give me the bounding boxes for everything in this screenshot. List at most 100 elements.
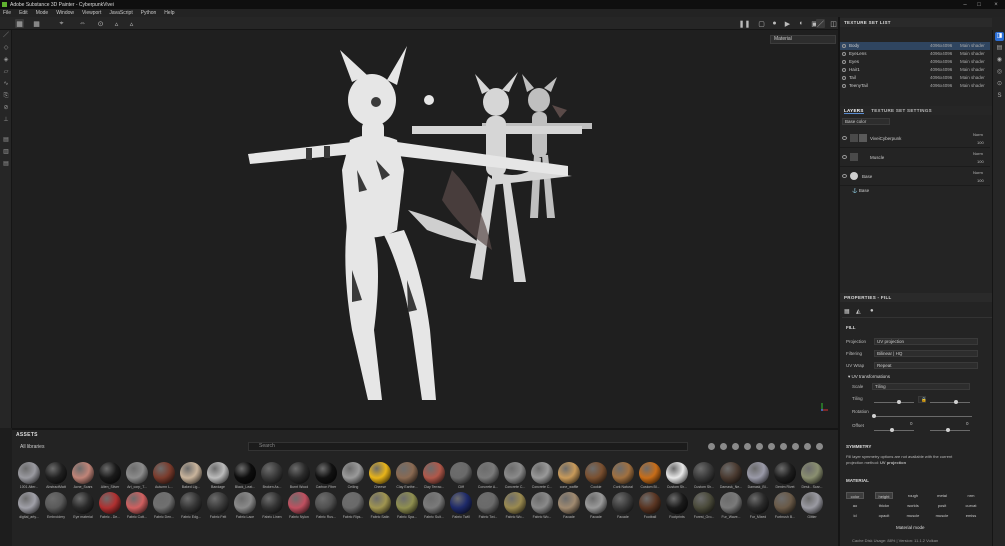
viewport-square-icon[interactable]: ▢	[757, 19, 766, 28]
asset-item[interactable]: Fabric Lace	[232, 492, 258, 520]
eye-icon[interactable]	[842, 44, 846, 48]
eye-icon[interactable]	[842, 76, 846, 80]
shader-icon[interactable]: ◉	[995, 56, 1004, 65]
menu-mode[interactable]: Mode	[36, 10, 49, 16]
grid-view-icon[interactable]	[816, 443, 823, 450]
asset-item[interactable]: cone_waffle	[556, 462, 582, 490]
tiling-slider-y[interactable]	[930, 402, 970, 403]
layer-opacity[interactable]: 100	[977, 178, 984, 183]
maximize-icon[interactable]: □	[972, 0, 986, 9]
menu-edit[interactable]: Edit	[19, 10, 28, 16]
offset-knob-y[interactable]	[946, 428, 950, 432]
asset-item[interactable]: Glitter	[799, 492, 825, 520]
asset-item[interactable]: Baked Lig...	[178, 462, 204, 490]
polyfill-icon[interactable]: ▱	[2, 68, 10, 76]
asset-item[interactable]: Cookie	[583, 462, 609, 490]
rotation-slider[interactable]	[874, 416, 972, 417]
asset-item[interactable]: Fabric Twi...	[475, 492, 501, 520]
asset-item[interactable]: Black_Leat...	[232, 462, 258, 490]
uv-transform-group[interactable]: ▾ UV transformations	[848, 374, 890, 380]
asset-item[interactable]: Footprints	[664, 492, 690, 520]
channel-toggle[interactable]: rough	[904, 492, 922, 499]
asset-item[interactable]: Custom Bl...	[637, 462, 663, 490]
asset-item[interactable]: Fabric Wo...	[529, 492, 555, 520]
channel-toggle[interactable]: worlds	[904, 502, 922, 509]
menu-window[interactable]: Window	[56, 10, 74, 16]
texture-set-shader[interactable]: Main shader	[960, 66, 985, 74]
asset-item[interactable]: Custom Sh...	[691, 462, 717, 490]
material-tab-icon[interactable]: ◭	[856, 308, 861, 315]
texture-set-row[interactable]: Body 4096x4096 Main shader	[840, 42, 990, 50]
asset-item[interactable]: Broken As...	[259, 462, 285, 490]
lock-icon[interactable]: 🔒	[918, 396, 927, 403]
minimize-icon[interactable]: –	[958, 0, 972, 9]
channel-toggle[interactable]: nrm	[962, 492, 980, 499]
display-settings-icon[interactable]: ▤	[995, 44, 1004, 53]
history-icon[interactable]: ⊙	[96, 19, 105, 28]
grid-3d-icon[interactable]: ▦	[32, 19, 41, 28]
channel-toggle[interactable]: height	[875, 492, 893, 499]
triangle-outline-icon[interactable]: ▵	[127, 19, 136, 28]
filter-smart-icon[interactable]	[732, 443, 739, 450]
asset-item[interactable]: Fabric Suit...	[421, 492, 447, 520]
measure-icon[interactable]: ⊥	[2, 116, 10, 124]
environment-icon[interactable]: ●	[770, 19, 779, 28]
texture-set-row[interactable]: EyeLens 4096x4096 Main shader	[840, 50, 990, 58]
eye-icon[interactable]	[842, 84, 846, 88]
filter-all-icon[interactable]	[708, 443, 715, 450]
light-icon[interactable]: ◐	[797, 19, 806, 28]
channel-toggle[interactable]: id	[846, 512, 864, 519]
texture-set-shader[interactable]: Main shader	[960, 58, 985, 66]
asset-item[interactable]: Concrete A...	[475, 462, 501, 490]
eye-icon[interactable]	[842, 174, 847, 178]
tiling-knob-y[interactable]	[954, 400, 958, 404]
layer-blend[interactable]: Norm	[973, 151, 983, 156]
asset-item[interactable]: Fur_Wave...	[718, 492, 744, 520]
filter-filter-icon[interactable]	[792, 443, 799, 450]
smudge-icon[interactable]: ∿	[2, 80, 10, 88]
texture-set-shader[interactable]: Main shader	[960, 74, 985, 82]
shelf-icon[interactable]: ▥	[2, 148, 10, 156]
filter-texture-icon[interactable]	[768, 443, 775, 450]
asset-item[interactable]: Embroidery	[43, 492, 69, 520]
filtering-select[interactable]: Bilinear | HQ	[874, 350, 978, 357]
asset-item[interactable]: Burnt Wood	[286, 462, 312, 490]
channel-toggle[interactable]: posit	[933, 502, 951, 509]
asset-item[interactable]: Cheese	[367, 462, 393, 490]
clone-icon[interactable]: ⎘	[2, 92, 10, 100]
close-icon[interactable]: ×	[989, 0, 1003, 9]
asset-item[interactable]: Concrete C...	[529, 462, 555, 490]
asset-item[interactable]: Fabric Satin	[367, 492, 393, 520]
uvwrap-select[interactable]: Repeat	[874, 362, 978, 369]
layer-opacity[interactable]: 100	[977, 140, 984, 145]
channel-select[interactable]: Base color	[842, 118, 890, 125]
layer-blend[interactable]: Norm	[973, 132, 983, 137]
filter-alpha-icon[interactable]	[756, 443, 763, 450]
layer-blend[interactable]: Norm	[973, 170, 983, 175]
asset-item[interactable]: Desk - Scar...	[799, 462, 825, 490]
asset-item[interactable]: Acne_Scars	[70, 462, 96, 490]
mask-tab-icon[interactable]: ●	[870, 308, 874, 314]
layer-row[interactable]: ViveiCyberpunk Norm 100	[840, 130, 990, 148]
layer-opacity[interactable]: 100	[977, 159, 984, 164]
asset-item[interactable]: Denim Rivet	[772, 462, 798, 490]
asset-item[interactable]: Bandage	[205, 462, 231, 490]
camera-icon[interactable]: ▶	[783, 19, 792, 28]
offset-slider-x[interactable]	[874, 430, 914, 431]
picker-icon[interactable]: ⊘	[2, 104, 10, 112]
channel-toggle[interactable]: opacit	[875, 512, 893, 519]
asset-item[interactable]: Facade	[583, 492, 609, 520]
texture-set-icon[interactable]: ◨	[995, 32, 1004, 41]
filter-material-icon[interactable]	[720, 443, 727, 450]
asset-item[interactable]: 1001 Alter...	[16, 462, 42, 490]
rotation-knob[interactable]	[872, 414, 876, 418]
tab-texture-set-settings[interactable]: TEXTURE SET SETTINGS	[871, 108, 932, 113]
filter-brush-icon[interactable]	[744, 443, 751, 450]
menu-help[interactable]: Help	[164, 10, 174, 16]
3d-viewport[interactable]	[12, 30, 838, 428]
viewport-mode-select[interactable]: Material	[770, 35, 836, 44]
mirror-icon[interactable]: ⇔	[78, 19, 87, 28]
layer-row[interactable]: Base Norm 100	[840, 168, 990, 186]
eye-icon[interactable]	[842, 60, 846, 64]
texture-set-row[interactable]: Tail 4096x4096 Main shader	[840, 74, 990, 82]
